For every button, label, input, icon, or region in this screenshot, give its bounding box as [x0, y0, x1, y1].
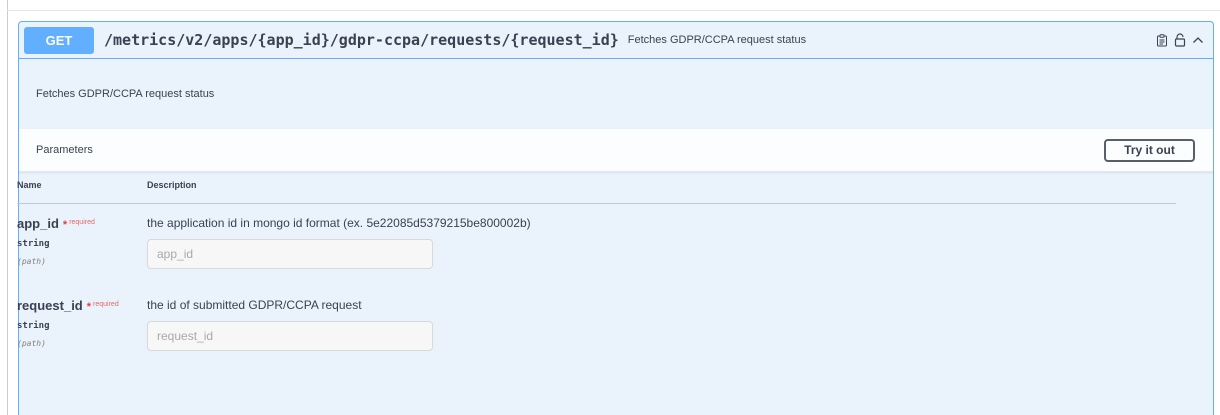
operation-description-text: Fetches GDPR/CCPA request status: [36, 88, 215, 100]
unlock-icon[interactable]: [1173, 33, 1187, 47]
parameter-name: request_id: [17, 298, 83, 313]
parameter-description: the application id in mongo id format (e…: [147, 216, 531, 230]
page-top-border: [7, 10, 1220, 11]
parameter-description: the id of submitted GDPR/CCPA request: [147, 298, 362, 312]
summary-icons: [1155, 33, 1205, 47]
required-star: *: [86, 301, 92, 313]
clipboard-icon[interactable]: [1155, 33, 1169, 47]
method-badge: GET: [24, 26, 94, 54]
required-label: required: [93, 301, 119, 308]
parameter-type: string: [17, 239, 50, 249]
column-header-description: Description: [147, 180, 197, 190]
parameters-table-header: Name Description: [17, 170, 1176, 204]
parameters-table: Name Description app_id * required string …: [17, 170, 1176, 368]
column-header-name: Name: [17, 180, 42, 190]
operation-summary[interactable]: GET /metrics/v2/apps/{app_id}/gdpr-ccpa/…: [19, 22, 1213, 59]
endpoint-path: /metrics/v2/apps/{app_id}/gdpr-ccpa/requ…: [104, 31, 619, 49]
parameter-location: (path): [17, 257, 46, 266]
parameter-row-request-id: request_id * required string (path) the id…: [17, 286, 1176, 368]
parameters-header: Parameters Try it out: [19, 129, 1213, 172]
operation-summary-text: Fetches GDPR/CCPA request status: [627, 34, 807, 46]
try-it-out-button[interactable]: Try it out: [1104, 138, 1195, 162]
app-id-input[interactable]: [147, 239, 433, 269]
parameter-type: string: [17, 321, 50, 331]
parameters-title: Parameters: [36, 144, 93, 156]
parameter-name-cell: app_id * required: [17, 216, 95, 231]
required-star: *: [62, 219, 68, 231]
required-label: required: [69, 219, 95, 226]
operation-description: Fetches GDPR/CCPA request status: [19, 59, 1213, 129]
parameter-row-app-id: app_id * required string (path) the applic…: [17, 204, 1176, 286]
chevron-up-icon[interactable]: [1191, 33, 1205, 47]
parameter-location: (path): [17, 339, 46, 348]
request-id-input[interactable]: [147, 321, 433, 351]
parameter-name-cell: request_id * required: [17, 298, 119, 313]
parameter-name: app_id: [17, 216, 59, 231]
page-left-border: [7, 0, 8, 415]
